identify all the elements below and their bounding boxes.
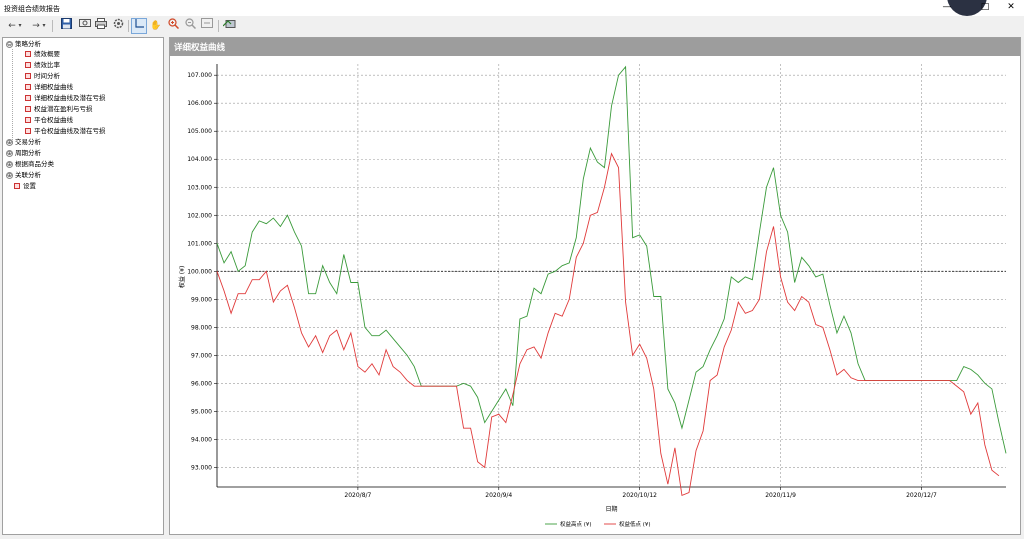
save-icon[interactable]: [58, 18, 74, 34]
chart-header: 详细权益曲线: [170, 38, 1020, 56]
x-axis-label: 日期: [605, 505, 617, 513]
tree-group-period-analysis[interactable]: ⊕ 周期分析: [6, 148, 41, 158]
x-tick-label: 2020/9/4: [485, 492, 512, 499]
cursor-icon[interactable]: [131, 18, 147, 34]
y-tick-label: 101.000: [187, 240, 212, 247]
report-tree: ⊖ 策略分析 绩效概要 绩效比率 时间分析 详细权益曲线 详细权益曲线及潜在亏损 …: [2, 37, 164, 535]
report-icon: [25, 62, 31, 68]
close-button[interactable]: ✕: [1004, 1, 1018, 13]
y-tick-label: 98.000: [191, 324, 212, 331]
y-tick-label: 105.000: [187, 128, 212, 135]
window-title: 投资组合绩效报告: [4, 5, 60, 13]
legend-icon[interactable]: [221, 18, 237, 34]
pan-icon[interactable]: ✋: [148, 18, 164, 34]
x-tick-label: 2020/12/7: [906, 492, 937, 499]
x-tick-label: 2020/11/9: [765, 492, 796, 499]
zoom-out-icon[interactable]: [182, 18, 198, 34]
y-tick-label: 97.000: [191, 352, 212, 359]
tree-item-time-analysis[interactable]: 时间分析: [25, 71, 60, 81]
tree-group-by-commodity[interactable]: ⊕ 根据商品分类: [6, 159, 54, 169]
dropdown-icon[interactable]: ▾: [16, 18, 24, 34]
legend-label: 权益高点 (¥): [560, 520, 592, 528]
y-tick-label: 94.000: [191, 436, 212, 443]
tree-connector: [12, 49, 13, 144]
expand-icon[interactable]: ⊕: [6, 171, 13, 179]
zoom-in-icon[interactable]: [165, 18, 181, 34]
expand-icon[interactable]: ⊕: [6, 149, 13, 157]
chart-icon: [25, 84, 31, 90]
y-tick-label: 93.000: [191, 464, 212, 471]
settings-icon: [14, 183, 20, 189]
toolbar-separator: [218, 20, 219, 32]
toolbar: ← ▾ → ▾ ✋: [0, 16, 1024, 36]
y-tick-label: 106.000: [187, 100, 212, 107]
tree-item-detailed-equity-curve[interactable]: 详细权益曲线: [25, 82, 73, 92]
x-tick-label: 2020/10/12: [622, 492, 657, 499]
toolbar-separator: [128, 20, 129, 32]
x-tick-label: 2020/8/7: [344, 492, 371, 499]
y-tick-label: 103.000: [187, 184, 212, 191]
expand-icon[interactable]: ⊕: [6, 138, 13, 146]
y-axis-label: 权益 (¥): [178, 266, 186, 288]
print-icon[interactable]: [93, 18, 109, 34]
tree-group-strategy-analysis[interactable]: ⊖ 策略分析: [6, 39, 41, 49]
y-tick-label: 95.000: [191, 408, 212, 415]
equity-chart[interactable]: 93.000 94.000 95.000 96.000 97.000 98.000 99.0…: [170, 56, 1020, 534]
y-tick-label: 96.000: [191, 380, 212, 387]
title-bar: 投资组合绩效报告 — □ ✕: [0, 0, 1024, 16]
tree-item-equity-profit-loss[interactable]: 权益潜在盈利与亏损: [25, 104, 93, 114]
settings-icon[interactable]: [110, 18, 126, 34]
panel-title: 详细权益曲线: [174, 43, 226, 53]
y-tick-label: 104.000: [187, 156, 212, 163]
tree-item-settings[interactable]: 设置: [14, 181, 36, 191]
report-icon: [25, 73, 31, 79]
y-tick-label: 102.000: [187, 212, 212, 219]
expand-icon[interactable]: ⊕: [6, 160, 13, 168]
chart-icon: [25, 117, 31, 123]
export-icon[interactable]: [77, 18, 93, 34]
dropdown-icon[interactable]: ▾: [40, 18, 48, 34]
tree-group-correlation-analysis[interactable]: ⊕ 关联分析: [6, 170, 41, 180]
chart-panel: 详细权益曲线 93.000 94.000 95.000 96.000 97.000 98.…: [169, 37, 1021, 535]
app-window: 投资组合绩效报告 — □ ✕ ← ▾ → ▾ ✋ ⊖ 策略分析 绩效概要 绩效比…: [0, 0, 1024, 539]
chart-icon: [25, 128, 31, 134]
chart-icon: [25, 95, 31, 101]
fit-icon[interactable]: [199, 18, 215, 34]
tree-item-performance-ratios[interactable]: 绩效比率: [25, 60, 60, 70]
series-line-equity-low: [216, 152, 1000, 497]
tree-group-trade-analysis[interactable]: ⊕ 交易分析: [6, 137, 41, 147]
maximize-button[interactable]: □: [978, 1, 992, 13]
tree-item-closed-equity-curve[interactable]: 平仓权益曲线: [25, 115, 73, 125]
toolbar-separator: [52, 20, 53, 32]
collapse-icon[interactable]: ⊖: [6, 40, 13, 48]
y-tick-label: 100.000: [187, 268, 212, 275]
tree-item-performance-summary[interactable]: 绩效概要: [25, 49, 60, 59]
chart-icon: [25, 106, 31, 112]
minimize-button[interactable]: —: [940, 1, 954, 13]
series-line-equity-high: [216, 65, 1007, 454]
y-tick-label: 107.000: [187, 72, 212, 79]
legend-label: 权益低点 (¥): [619, 520, 651, 528]
y-tick-label: 99.000: [191, 296, 212, 303]
tree-item-closed-equity-drawdown[interactable]: 平仓权益曲线及潜在亏损: [25, 126, 106, 136]
tree-item-equity-curve-drawdown[interactable]: 详细权益曲线及潜在亏损: [25, 93, 106, 103]
report-icon: [25, 51, 31, 57]
